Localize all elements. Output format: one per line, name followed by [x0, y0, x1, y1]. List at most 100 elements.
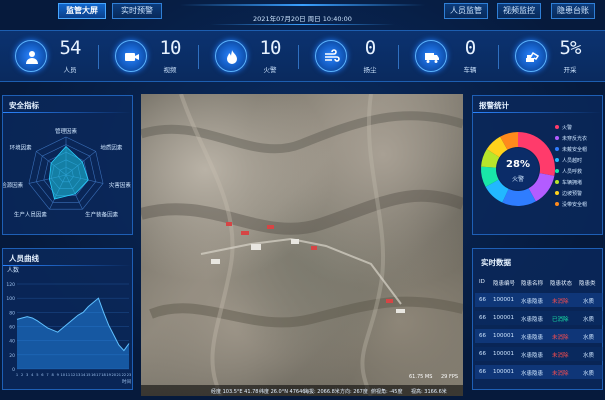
table-cell-code: 100001 — [493, 351, 514, 357]
tab-hazard-ledger[interactable]: 隐患台账 — [551, 3, 595, 19]
fire-icon — [215, 40, 247, 72]
table-cell-code: 100001 — [493, 369, 514, 375]
legend-dot-icon — [555, 158, 559, 162]
video-icon — [115, 40, 147, 72]
stat-video[interactable]: 10 视频 — [105, 37, 205, 77]
legend-item[interactable]: 没带安全帽 — [555, 199, 603, 209]
column-header: 隐患编号 — [493, 281, 516, 287]
table-row[interactable]: 66 100001 水患隐患 未消除 水质 — [475, 347, 603, 361]
x-tick-label: 6 — [41, 373, 44, 377]
table-cell-code: 100001 — [493, 333, 514, 339]
stat-divider — [98, 45, 99, 69]
x-tick-label: 5 — [36, 373, 38, 377]
table-cell-code: 100001 — [493, 315, 514, 321]
person-icon — [15, 40, 47, 72]
map-ms-text: 61.75 MS — [409, 374, 433, 380]
legend-dot-icon — [555, 202, 559, 206]
title-frame-line — [180, 4, 425, 6]
table-cell-status: 未消除 — [552, 335, 569, 341]
table-cell-status: 已消除 — [552, 317, 569, 323]
column-header: ID — [479, 279, 485, 285]
map-latitude: 纬度 26.0°N 47646 — [259, 389, 306, 395]
stat-personnel[interactable]: 54 人员 — [5, 37, 105, 77]
radar-axis-label: 环境因素 — [10, 144, 33, 152]
stat-dust[interactable]: 0 扬尘 — [305, 37, 405, 77]
legend-item[interactable]: 人员越时 — [555, 155, 603, 165]
legend-item[interactable]: 火警 — [555, 122, 603, 132]
legend-label: 未戴安全帽 — [562, 147, 588, 153]
panel-title: 人员曲线 — [9, 254, 39, 263]
header-bar: 监管大屏 实时预警 2021年07月20日 周日 10:40:00 人员监管 视… — [0, 0, 605, 28]
stats-bar: 54 人员 10 视频 10 火警 0 扬尘 0 车辆 5% 开采 — [0, 30, 605, 82]
area-fill — [17, 298, 129, 369]
table-row[interactable]: 66 100001 水患隐患 未消除 水质 — [475, 329, 603, 343]
stat-value: 0 — [464, 37, 476, 59]
dashboard: 监管大屏 实时预警 2021年07月20日 周日 10:40:00 人员监管 视… — [0, 0, 605, 400]
radar-axis-label: 生产人员因素 — [14, 211, 48, 219]
legend-item[interactable]: 车辆拥堵 — [555, 177, 603, 187]
panel-title-line — [473, 112, 602, 113]
tab-supervision-screen[interactable]: 监管大屏 — [58, 3, 106, 19]
panel-title: 安全指标 — [9, 101, 39, 110]
datetime-text: 2021年07月20日 周日 10:40:00 — [253, 15, 352, 23]
map-longitude: 经度 103.5°E 41.78 — [211, 389, 259, 395]
table-row[interactable]: 66 100001 水患隐患 未消除 水质 — [475, 365, 603, 379]
excavator-icon — [515, 40, 547, 72]
tab-realtime-warning[interactable]: 实时预警 — [112, 3, 162, 19]
stat-value: 10 — [259, 37, 282, 59]
legend-label: 火警 — [562, 125, 573, 131]
legend-dot-icon — [555, 136, 559, 140]
x-tick-label: 4 — [31, 373, 34, 377]
terrain-map-view[interactable]: 61.75 MS 29 FPS 经度 103.5°E 41.78 纬度 26.0… — [141, 94, 463, 396]
legend-dot-icon — [555, 147, 559, 151]
stat-label: 火警 — [263, 66, 277, 74]
table-cell-name: 水患隐患 — [521, 299, 544, 305]
legend-label: 未穿反光衣 — [562, 136, 588, 142]
table-cell-code: 100001 — [493, 297, 514, 303]
legend-item[interactable]: 人员呼救 — [555, 166, 603, 176]
stat-mining[interactable]: 5% 开采 — [505, 37, 605, 77]
radar-axis-label: 管理因素 — [55, 127, 78, 135]
map-coordinate-bar: 经度 103.5°E 41.78 纬度 26.0°N 47646 海拔: 206… — [141, 385, 463, 396]
donut-center-label: 火警 — [511, 176, 524, 183]
table-row[interactable]: 66 100001 水患隐患 未消除 水质 — [475, 293, 603, 307]
radar-chart: 管理因素地质因素灾害因素生产装备因素 生产人员因素 危险源因素 环境因素 — [3, 127, 131, 219]
radar-axis-label: 危险源因素 — [3, 181, 24, 189]
column-header: 隐患状态 — [550, 281, 573, 287]
tab-video-monitoring[interactable]: 视频监控 — [497, 3, 541, 19]
radar-axis-label: 地质因素 — [100, 144, 123, 152]
stat-fire[interactable]: 10 火警 — [205, 37, 305, 77]
x-axis-unit: 时间 — [122, 378, 131, 385]
stat-label: 扬尘 — [363, 66, 377, 74]
table-row[interactable]: 66 100001 水患隐患 已消除 水质 — [475, 311, 603, 325]
legend-item[interactable]: 未戴安全帽 — [555, 144, 603, 154]
map-render-stats: 61.75 MS 29 FPS — [409, 374, 463, 384]
table-cell-name: 水患隐患 — [521, 335, 544, 341]
stat-vehicles[interactable]: 0 车辆 — [405, 37, 505, 77]
table-cell-status: 未消除 — [552, 353, 569, 359]
column-header: 隐患名称 — [521, 281, 544, 287]
personnel-curve-panel: 人员曲线 人数 120 100 80 60 40 20 0 1 2 3 4 5 6 7 8 9 10 11 12 13 1… — [2, 248, 133, 390]
map-altitude: 海拔: 2066.8米 — [304, 389, 340, 395]
x-tick-label: 2 — [21, 373, 23, 377]
tab-personnel-supervision[interactable]: 人员监管 — [444, 3, 488, 19]
stat-value: 0 — [364, 37, 376, 59]
y-tick-label: 100 — [6, 296, 15, 302]
table-cell-id: 66 — [479, 297, 486, 303]
legend-label: 人员呼救 — [562, 169, 583, 175]
stat-divider — [198, 45, 199, 69]
wind-icon — [315, 40, 347, 72]
legend-item[interactable]: 边坡预警 — [555, 188, 603, 198]
legend-dot-icon — [555, 191, 559, 195]
radar-axis-label: 生产装备因素 — [85, 211, 119, 219]
donut-center-value: 28% — [506, 159, 530, 170]
stat-label: 车辆 — [463, 66, 477, 74]
legend-item[interactable]: 未穿反光衣 — [555, 133, 603, 143]
stat-value: 54 — [59, 37, 82, 59]
y-tick-label: 20 — [9, 353, 15, 359]
legend-dot-icon — [555, 125, 559, 129]
table-cell-status: 未消除 — [552, 371, 569, 377]
title-frame: 2021年07月20日 周日 10:40:00 — [180, 0, 425, 26]
legend-dot-icon — [555, 180, 559, 184]
y-tick-label: 60 — [9, 325, 15, 331]
